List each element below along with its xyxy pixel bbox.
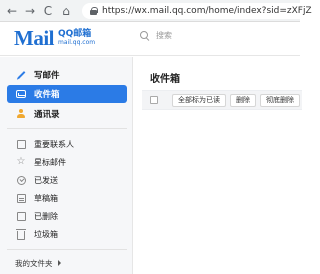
- sidebar-item-label: 写邮件: [34, 71, 60, 81]
- mail-toolbar: 全部标为已读 删除 彻底删除: [142, 90, 302, 110]
- sidebar-divider: [7, 128, 127, 129]
- app-header: Mail QQ邮箱 mail.qq.com 搜索: [0, 22, 300, 56]
- qq-mail-logo[interactable]: Mail QQ邮箱 mail.qq.com: [14, 26, 95, 50]
- trash-icon: [15, 228, 27, 240]
- sidebar-item-deleted[interactable]: 已删除: [7, 207, 127, 225]
- sidebar-divider: [7, 249, 127, 250]
- search-placeholder: 搜索: [156, 31, 172, 40]
- star-icon: ☆: [16, 156, 26, 167]
- lock-icon: [90, 7, 98, 15]
- logo-subtitle: QQ邮箱 mail.qq.com: [58, 30, 95, 46]
- logo-subtitle-top: QQ邮箱: [58, 29, 92, 39]
- sidebar-item-spam[interactable]: 垃圾箱: [7, 225, 127, 243]
- back-icon[interactable]: ←: [4, 3, 20, 19]
- sidebar-item-label: 收件箱: [34, 90, 60, 100]
- sidebar-item-label: 草稿箱: [34, 193, 58, 203]
- pencil-icon: [15, 69, 27, 81]
- reload-icon[interactable]: C: [40, 3, 56, 19]
- address-bar[interactable]: https://wx.mail.qq.com/home/index?sid=zX…: [82, 3, 312, 19]
- sidebar-item-starred[interactable]: ☆ 星标邮件: [7, 153, 127, 171]
- mark-all-read-button[interactable]: 全部标为已读: [172, 93, 226, 107]
- sidebar-item-important-contacts[interactable]: 重要联系人: [7, 135, 127, 153]
- logo-mail-text: Mail: [14, 26, 55, 50]
- delete-permanently-button[interactable]: 彻底删除: [260, 93, 300, 107]
- important-contact-icon: [15, 138, 27, 150]
- page-title: 收件箱: [150, 74, 180, 85]
- home-icon[interactable]: ⌂: [58, 3, 74, 19]
- chevron-right-icon: [57, 260, 61, 266]
- sidebar-item-label: 重要联系人: [34, 139, 74, 149]
- deleted-icon: [15, 210, 27, 222]
- url-text: https://wx.mail.qq.com/home/index?sid=zX…: [102, 6, 312, 16]
- sidebar-item-label: 已发送: [34, 175, 58, 185]
- main-content: 收件箱 全部标为已读 删除 彻底删除: [134, 57, 302, 274]
- compose-button[interactable]: 写邮件: [7, 66, 127, 84]
- sidebar-item-sent[interactable]: 已发送: [7, 171, 127, 189]
- sidebar-item-label: 通讯录: [34, 110, 60, 120]
- sidebar-item-label: 已删除: [34, 211, 58, 221]
- my-folders-label: 我的文件夹: [15, 258, 53, 268]
- sidebar-item-label: 垃圾箱: [34, 229, 58, 239]
- search-input[interactable]: 搜索: [140, 30, 172, 41]
- forward-icon[interactable]: →: [22, 3, 38, 19]
- browser-toolbar: ← → C ⌂ https://wx.mail.qq.com/home/inde…: [0, 0, 312, 22]
- select-all-checkbox[interactable]: [150, 96, 158, 104]
- sidebar-item-contacts[interactable]: 通讯录: [7, 105, 127, 123]
- search-icon: [140, 30, 150, 41]
- sidebar-item-inbox[interactable]: 收件箱: [7, 85, 127, 103]
- contacts-icon: [15, 108, 27, 120]
- sidebar-item-drafts[interactable]: 草稿箱: [7, 189, 127, 207]
- delete-button[interactable]: 删除: [230, 93, 256, 107]
- sent-icon: [15, 174, 27, 186]
- my-folders-toggle[interactable]: 我的文件夹: [7, 256, 61, 270]
- sidebar-item-label: 星标邮件: [34, 157, 66, 167]
- draft-icon: [15, 192, 27, 204]
- logo-subtitle-bottom: mail.qq.com: [58, 39, 96, 46]
- inbox-icon: [15, 88, 27, 100]
